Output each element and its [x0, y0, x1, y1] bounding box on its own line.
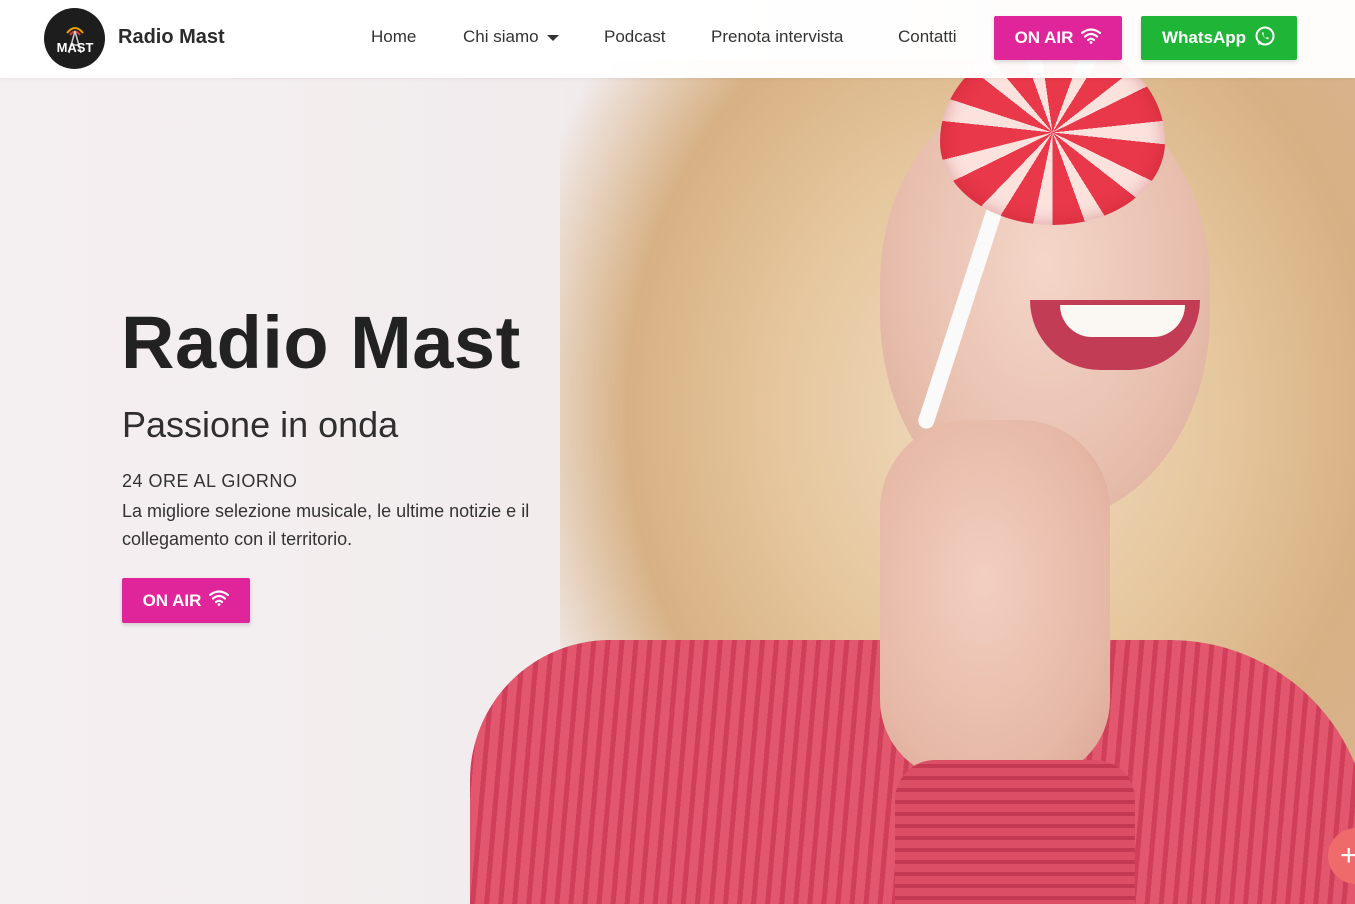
whatsapp-button[interactable]: WhatsApp	[1141, 16, 1297, 60]
nav-podcast[interactable]: Podcast	[604, 27, 665, 47]
radio-mast-logo[interactable]: MAST	[44, 8, 105, 69]
hero-image-cuff	[895, 760, 1135, 904]
hero-subtitle: Passione in onda	[122, 404, 399, 445]
svg-text:MAST: MAST	[56, 40, 93, 55]
hero-image-teeth	[1060, 305, 1185, 337]
site-header: MAST Radio Mast Home Chi siamo Podcast P…	[0, 0, 1355, 78]
whatsapp-icon	[1254, 25, 1276, 52]
header-onair-label: ON AIR	[1014, 28, 1074, 47]
nav-chi-siamo-label: Chi siamo	[463, 27, 539, 46]
hero-title: Radio Mast	[121, 301, 521, 384]
wifi-icon	[209, 590, 230, 611]
hero-image-hand	[880, 420, 1110, 780]
chevron-down-icon	[546, 34, 559, 41]
hero-onair-label: ON AIR	[142, 590, 202, 610]
nav-home[interactable]: Home	[371, 27, 416, 47]
whatsapp-label: WhatsApp	[1161, 28, 1247, 47]
hero-onair-button[interactable]: ON AIR	[122, 578, 250, 623]
nav-contatti[interactable]: Contatti	[898, 27, 957, 47]
hero-description: La migliore selezione musicale, le ultim…	[122, 501, 530, 549]
nav-chi-siamo[interactable]: Chi siamo	[463, 27, 559, 47]
plus-icon: +	[1340, 839, 1355, 872]
nav-prenota-intervista[interactable]: Prenota intervista	[711, 27, 843, 47]
hero-eyebrow: 24 ORE AL GIORNO	[122, 471, 298, 491]
brand-name[interactable]: Radio Mast	[118, 26, 225, 49]
hero-section: Radio Mast Passione in onda 24 ORE AL GI…	[0, 0, 1355, 904]
wifi-icon	[1081, 27, 1102, 49]
header-onair-button[interactable]: ON AIR	[994, 16, 1122, 60]
